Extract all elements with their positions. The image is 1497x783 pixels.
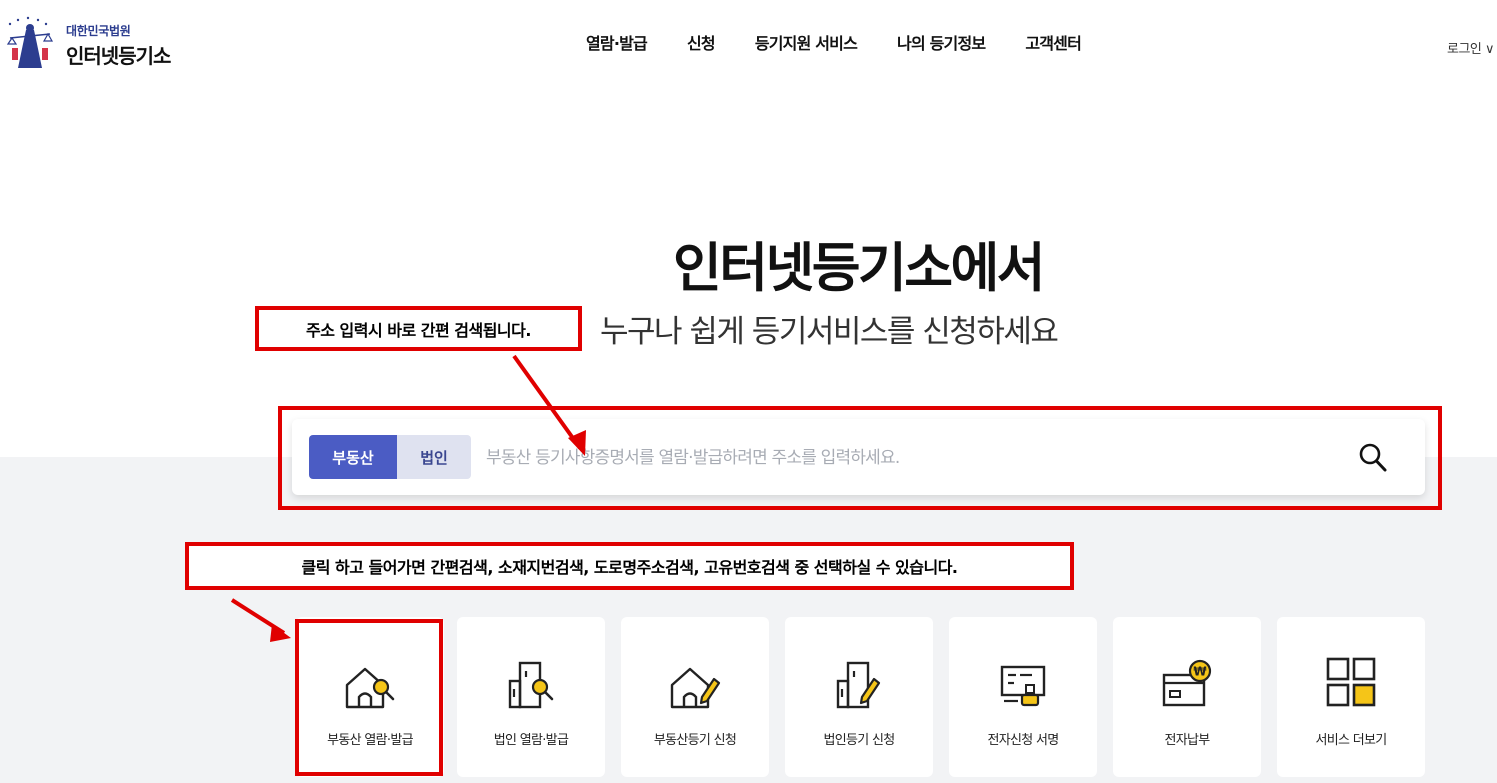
card-more-services[interactable]: 서비스 더보기 — [1277, 617, 1425, 777]
card-label: 서비스 더보기 — [1315, 733, 1388, 748]
grid-more-icon — [1320, 657, 1382, 713]
hero-subtitle: 누구나 쉽게 등기서비스를 신청하세요 — [600, 314, 1059, 350]
annotation-search-highlight — [278, 406, 1442, 510]
nav-item-my-info[interactable]: 나의 등기정보 — [897, 30, 986, 54]
card-real-estate-apply[interactable]: 부동산등기 신청 — [621, 617, 769, 777]
payment-won-icon: ₩ — [1156, 657, 1218, 713]
nav-item-support[interactable]: 등기지원 서비스 — [755, 30, 858, 54]
annotation-note-search: 주소 입력시 바로 간편 검색됩니다. — [255, 306, 582, 351]
card-label: 전자신청 서명 — [987, 733, 1060, 748]
building-pen-icon — [828, 657, 890, 713]
svg-text:₩: ₩ — [1193, 665, 1207, 679]
signature-stamp-icon — [992, 657, 1054, 713]
card-corporation-view[interactable]: 법인 열람·발급 — [457, 617, 605, 777]
card-label: 법인등기 신청 — [823, 733, 896, 748]
court-emblem-icon — [4, 14, 56, 72]
logo-subtitle: 대한민국법원 — [66, 24, 131, 38]
card-label: 법인 열람·발급 — [493, 733, 569, 748]
card-label: 부동산등기 신청 — [653, 733, 737, 748]
card-label: 전자납부 — [1164, 733, 1210, 748]
login-menu[interactable]: 로그인 ∨ — [1447, 38, 1495, 57]
nav-item-customer-center[interactable]: 고객센터 — [1025, 30, 1081, 54]
nav-item-view-issue[interactable]: 열람·발급 — [586, 30, 648, 54]
card-corporation-apply[interactable]: 법인등기 신청 — [785, 617, 933, 777]
card-e-signature[interactable]: 전자신청 서명 — [949, 617, 1097, 777]
nav-item-apply[interactable]: 신청 — [687, 30, 716, 54]
page: 대한민국법원 인터넷등기소 열람·발급 신청 등기지원 서비스 나의 등기정보 … — [0, 0, 1497, 783]
building-search-icon — [500, 657, 562, 713]
house-pen-icon — [664, 657, 726, 713]
card-e-payment[interactable]: ₩ 전자납부 — [1113, 617, 1261, 777]
annotation-card-highlight — [295, 619, 443, 776]
hero-title: 인터넷등기소에서 — [672, 238, 1046, 299]
main-nav: 열람·발급 신청 등기지원 서비스 나의 등기정보 고객센터 — [566, 30, 1101, 54]
logo-title: 인터넷등기소 — [66, 44, 171, 68]
site-logo[interactable]: 대한민국법원 인터넷등기소 — [4, 14, 171, 72]
annotation-note-card: 클릭 하고 들어가면 간편검색, 소재지번검색, 도로명주소검색, 고유번호검색… — [185, 542, 1074, 590]
